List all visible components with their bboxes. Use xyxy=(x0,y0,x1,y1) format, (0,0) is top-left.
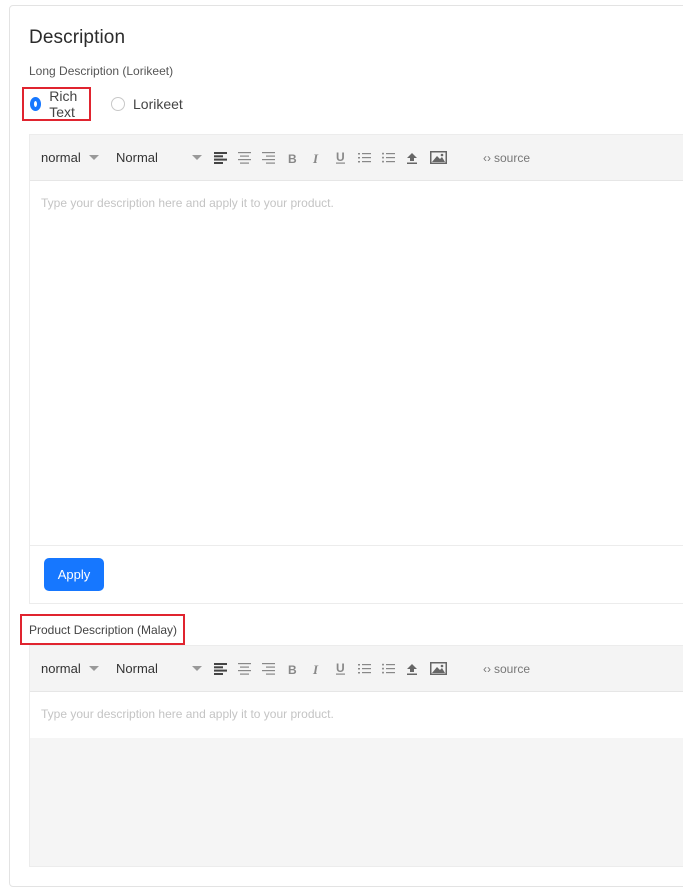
font-size-select-value: normal xyxy=(41,150,81,165)
long-description-label: Long Description (Lorikeet) xyxy=(29,64,174,78)
align-right-icon[interactable] xyxy=(261,662,275,676)
font-size-select[interactable]: normal xyxy=(41,661,116,676)
upload-icon[interactable] xyxy=(405,151,419,165)
editor-toolbar: normal Normal B I U ‹› source xyxy=(30,646,683,692)
svg-text:B: B xyxy=(288,152,297,164)
editor-placeholder: Type your description here and apply it … xyxy=(41,707,334,721)
italic-icon[interactable]: I xyxy=(309,151,323,165)
align-right-icon[interactable] xyxy=(261,151,275,165)
italic-icon[interactable]: I xyxy=(309,662,323,676)
source-button[interactable]: ‹› source xyxy=(483,151,530,165)
font-size-select[interactable]: normal xyxy=(41,150,116,165)
align-center-icon[interactable] xyxy=(237,151,251,165)
editor-footer: Apply xyxy=(30,545,683,602)
chevron-down-icon xyxy=(191,155,202,160)
svg-text:I: I xyxy=(312,152,319,164)
section-title: Description xyxy=(29,27,126,48)
radio-rich-text[interactable]: Rich Text xyxy=(22,87,92,121)
bold-icon[interactable]: B xyxy=(285,151,299,165)
bold-icon[interactable]: B xyxy=(285,662,299,676)
ordered-list-icon[interactable] xyxy=(357,662,371,676)
svg-text:U: U xyxy=(336,662,345,675)
radio-checked-icon[interactable] xyxy=(30,97,42,111)
align-left-icon[interactable] xyxy=(213,662,227,676)
ordered-list-icon[interactable] xyxy=(357,151,371,165)
product-description-malay-label: Product Description (Malay) xyxy=(20,614,186,645)
image-icon[interactable] xyxy=(429,151,447,165)
heading-style-select-value: Normal xyxy=(116,150,158,165)
radio-lorikeet-label: Lorikeet xyxy=(133,96,183,112)
upload-icon[interactable] xyxy=(405,662,419,676)
underline-icon[interactable]: U xyxy=(333,662,347,676)
chevron-down-icon xyxy=(88,155,99,160)
apply-button[interactable]: Apply xyxy=(44,558,104,591)
underline-icon[interactable]: U xyxy=(333,151,347,165)
align-left-icon[interactable] xyxy=(213,151,227,165)
radio-lorikeet[interactable]: Lorikeet xyxy=(111,87,183,121)
editor-placeholder: Type your description here and apply it … xyxy=(41,196,334,210)
malay-description-editor: normal Normal B I U ‹› source Type your … xyxy=(29,645,683,867)
radio-rich-text-label: Rich Text xyxy=(49,88,78,120)
source-label: source xyxy=(494,150,531,165)
bullet-list-icon[interactable] xyxy=(381,662,395,676)
editor-content-area[interactable]: Type your description here and apply it … xyxy=(30,181,683,545)
source-button[interactable]: ‹› source xyxy=(483,662,530,676)
editor-content-area[interactable]: Type your description here and apply it … xyxy=(30,692,683,738)
heading-style-select-value: Normal xyxy=(116,661,158,676)
font-size-select-value: normal xyxy=(41,661,81,676)
chevron-down-icon xyxy=(88,666,99,671)
radio-unchecked-icon[interactable] xyxy=(111,97,126,111)
image-icon[interactable] xyxy=(429,662,447,676)
heading-style-select[interactable]: Normal xyxy=(116,661,213,676)
align-center-icon[interactable] xyxy=(237,662,251,676)
editor-toolbar: normal Normal B I U ‹› source xyxy=(30,135,683,181)
svg-text:B: B xyxy=(288,663,297,675)
svg-text:U: U xyxy=(336,151,345,164)
chevron-down-icon xyxy=(191,666,202,671)
code-icon: ‹› xyxy=(483,661,491,676)
source-label: source xyxy=(494,661,531,676)
long-description-editor: normal Normal B I U ‹› source Type your … xyxy=(29,134,683,604)
heading-style-select[interactable]: Normal xyxy=(116,150,213,165)
code-icon: ‹› xyxy=(483,150,491,165)
svg-text:I: I xyxy=(312,663,319,675)
bullet-list-icon[interactable] xyxy=(381,151,395,165)
editor-disabled-area xyxy=(30,738,683,866)
